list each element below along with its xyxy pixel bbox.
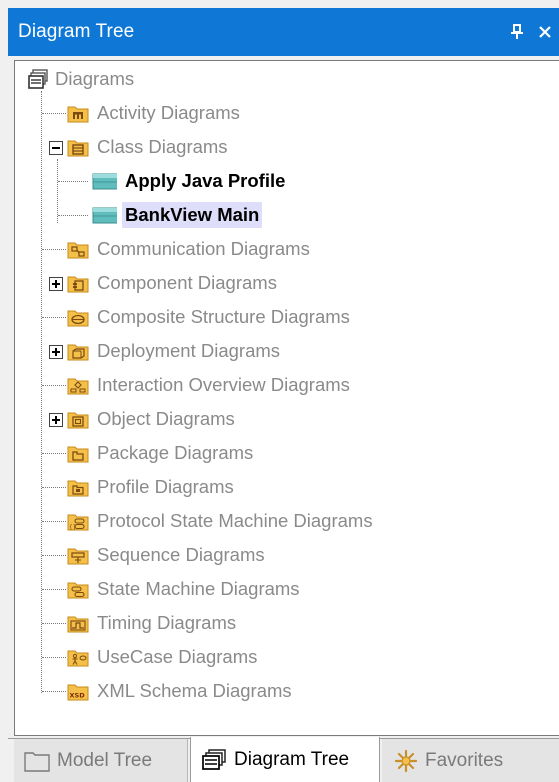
tree-item-profile-diagrams[interactable]: Profile Diagrams (67, 474, 237, 500)
tree-connector (42, 385, 66, 386)
tree-item-deployment-diagrams[interactable]: Deployment Diagrams (67, 338, 283, 364)
tree-item-label: BankView Main (122, 202, 263, 228)
usecase-diagram-folder-icon (67, 650, 89, 667)
tree-item-label: Class Diagrams (97, 136, 228, 157)
tab-label: Diagram Tree (234, 749, 350, 770)
tree-connector (42, 589, 66, 590)
tree-item-label: Object Diagrams (97, 408, 235, 429)
tree-item-label: Deployment Diagrams (97, 340, 281, 361)
close-button[interactable] (531, 8, 559, 56)
tree-item-label: Timing Diagrams (97, 612, 237, 633)
diagram-tree-panel[interactable]: Diagrams Activity Diagrams Class Diagram… (14, 60, 559, 736)
tree-connector (42, 657, 66, 658)
class-diagram-icon (92, 173, 117, 190)
tree-item-state-machine-diagrams[interactable]: State Machine Diagrams (67, 576, 303, 602)
tree-root-diagrams[interactable]: Diagrams (27, 66, 137, 92)
tree-connector (58, 215, 88, 216)
tree-connector (42, 317, 66, 318)
interaction-overview-diagram-folder-icon (67, 378, 89, 395)
tree-item-class-diagrams[interactable]: Class Diagrams (67, 134, 231, 160)
favorites-icon (394, 749, 418, 773)
tree-item-label: Protocol State Machine Diagrams (97, 510, 373, 531)
collapse-toggle-class-diagrams[interactable] (49, 141, 63, 155)
activity-diagram-folder-icon (67, 106, 89, 123)
tree-item-package-diagrams[interactable]: Package Diagrams (67, 440, 256, 466)
tree-item-timing-diagrams[interactable]: Timing Diagrams (67, 610, 239, 636)
tree-connector (42, 487, 66, 488)
tree-connector (42, 453, 66, 454)
tree-item-protocol-state-machine-diagrams[interactable]: {} Protocol State Machine Diagrams (67, 508, 376, 534)
bottom-tab-bar: Model Tree Diagram Tree Favorites (8, 737, 559, 782)
tree-item-interaction-overview-diagrams[interactable]: Interaction Overview Diagrams (67, 372, 353, 398)
tree-item-sequence-diagrams[interactable]: Sequence Diagrams (67, 542, 268, 568)
tree-item-object-diagrams[interactable]: Object Diagrams (67, 406, 238, 432)
tree-item-label: Sequence Diagrams (97, 544, 265, 565)
tree-item-label: State Machine Diagrams (97, 578, 300, 599)
tree-connector (42, 521, 66, 522)
window-title: Diagram Tree (18, 21, 135, 42)
svg-text:{}: {} (69, 524, 76, 531)
class-diagram-folder-icon (67, 140, 89, 157)
expand-toggle-component-diagrams[interactable] (49, 277, 63, 291)
model-tree-icon (24, 752, 50, 772)
profile-diagram-folder-icon (67, 480, 89, 497)
tree-item-label: Component Diagrams (97, 272, 277, 293)
tree-connector (42, 691, 66, 692)
state-machine-diagram-folder-icon (67, 582, 89, 599)
timing-diagram-folder-icon (67, 616, 89, 633)
object-diagram-folder-icon (67, 412, 89, 429)
tab-diagram-tree[interactable]: Diagram Tree (190, 737, 380, 782)
tree-item-label: Communication Diagrams (97, 238, 310, 259)
tree-item-usecase-diagrams[interactable]: UseCase Diagrams (67, 644, 260, 670)
tree-connector (42, 555, 66, 556)
pin-button[interactable] (503, 8, 531, 56)
package-diagram-folder-icon (67, 446, 89, 463)
tab-model-tree[interactable]: Model Tree (14, 739, 188, 782)
tree-item-composite-structure-diagrams[interactable]: Composite Structure Diagrams (67, 304, 353, 330)
xml-schema-diagram-folder-icon: XSD (67, 684, 89, 701)
tree-item-label: Package Diagrams (97, 442, 254, 463)
protocol-state-machine-diagram-folder-icon: {} (67, 514, 89, 531)
tree-connector-main (41, 91, 42, 693)
tree-item-label: UseCase Diagrams (97, 646, 258, 667)
deployment-diagram-folder-icon (67, 344, 89, 361)
tree-item-apply-java-profile[interactable]: Apply Java Profile (89, 168, 288, 194)
pin-icon (511, 24, 523, 39)
diagrams-stack-icon (28, 69, 48, 89)
title-bar: Diagram Tree (8, 8, 559, 56)
component-diagram-folder-icon (67, 276, 89, 293)
tree-item-label: Activity Diagrams (97, 102, 240, 123)
tree-item-communication-diagrams[interactable]: Communication Diagrams (67, 236, 313, 262)
close-icon (539, 26, 551, 38)
tab-label: Favorites (425, 750, 504, 771)
tree-item-component-diagrams[interactable]: Component Diagrams (67, 270, 280, 296)
tree-item-label: Profile Diagrams (97, 476, 234, 497)
tree-connector (42, 623, 66, 624)
communication-diagram-folder-icon (67, 242, 89, 259)
class-diagram-icon (92, 207, 117, 224)
tree-item-bankview-main[interactable]: BankView Main (89, 202, 263, 228)
tree-item-label: Composite Structure Diagrams (97, 306, 350, 327)
tab-label: Model Tree (57, 750, 153, 771)
tab-favorites[interactable]: Favorites (382, 739, 559, 782)
tree-item-label: Diagrams (55, 68, 135, 89)
tree-connector (42, 249, 66, 250)
composite-structure-diagram-folder-icon (67, 310, 89, 327)
tree-connector (42, 113, 66, 114)
tree-connector (58, 181, 88, 182)
expand-toggle-object-diagrams[interactable] (49, 413, 63, 427)
tree-item-activity-diagrams[interactable]: Activity Diagrams (67, 100, 243, 126)
tree-connector-class-children (57, 159, 58, 223)
diagram-tree-icon (202, 749, 226, 770)
sequence-diagram-folder-icon (67, 548, 89, 565)
tree-item-xml-schema-diagrams[interactable]: XSD XML Schema Diagrams (67, 678, 295, 704)
xsd-badge-text: XSD (70, 692, 86, 700)
tree-item-label: Apply Java Profile (125, 170, 286, 191)
diagram-tree-window: Diagram Tree Diagrams Activity Diagrams … (0, 0, 559, 782)
tree-item-label: Interaction Overview Diagrams (97, 374, 350, 395)
tree-item-label: XML Schema Diagrams (97, 680, 292, 701)
expand-toggle-deployment-diagrams[interactable] (49, 345, 63, 359)
